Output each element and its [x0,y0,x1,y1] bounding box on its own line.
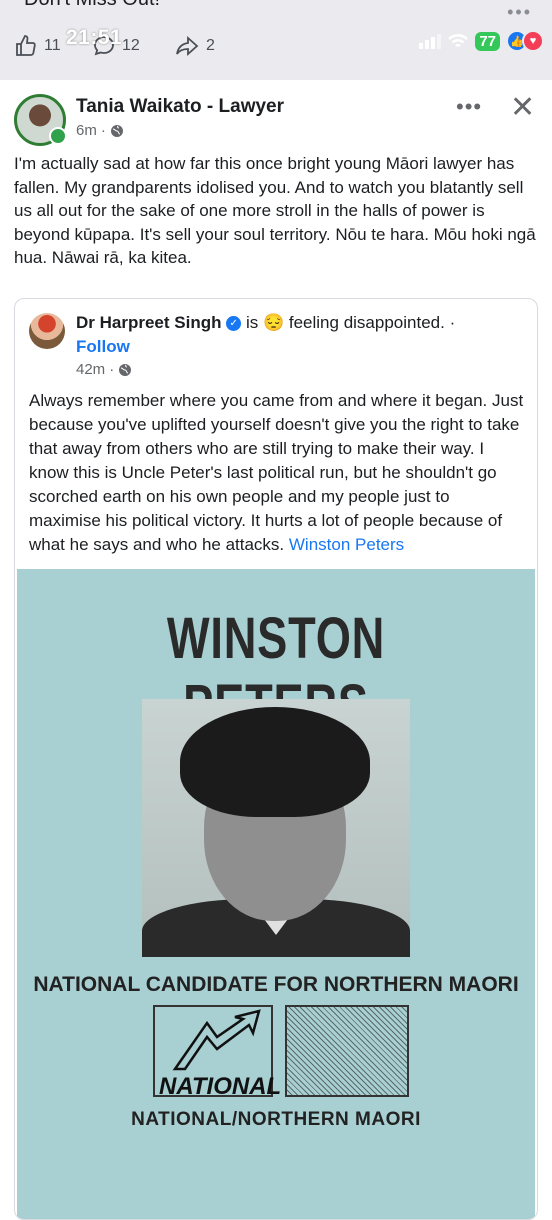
shared-post[interactable]: Dr Harpreet Singh ✓ is 😔 feeling disappo… [14,298,538,1220]
mention-link[interactable]: Winston Peters [289,535,404,554]
poster-image[interactable]: WINSTON PETERS NATIONAL CANDIDATE FOR NO… [17,569,535,1219]
more-options-icon[interactable]: ••• [456,94,482,120]
top-bar: Don't Miss Out! ••• 11 12 2 21:51 77 👍 ♥ [0,0,552,80]
arrow-logo-icon [172,1009,261,1071]
verified-badge-icon: ✓ [226,316,242,332]
candidate-photo [142,699,410,957]
post-time[interactable]: 6m [76,122,97,139]
previous-post-more-icon[interactable]: ••• [507,2,532,23]
post: Tania Waikato - Lawyer 6m · ••• ✕ I'm ac… [0,80,552,1220]
feeling-verb: is [245,313,259,332]
wifi-icon [448,34,469,48]
sketch-image [285,1005,409,1097]
hair-shape [180,707,370,817]
reaction-summary[interactable]: 👍 ♥ [506,30,544,52]
shared-meta-separator: · [109,361,115,378]
close-icon[interactable]: ✕ [510,90,535,125]
header-separator: · [449,313,456,332]
national-logo-text: NATIONAL [159,1073,282,1100]
share-icon [176,35,199,57]
poster-footer: NATIONAL/NORTHERN MAORI [131,1109,421,1130]
status-time: 21:51 [66,26,123,49]
signal-icon [419,34,442,49]
feeling-text: feeling disappointed. [288,313,445,332]
share-action[interactable]: 2 [174,34,215,58]
shared-author-name[interactable]: Dr Harpreet Singh [76,313,221,332]
post-body: I'm actually sad at how far this once br… [14,154,536,267]
thumbs-up-icon [16,35,36,56]
shared-post-body: Always remember where you came from and … [29,389,525,557]
share-count: 2 [206,37,215,54]
globe-icon [119,363,132,376]
poster-subtitle: NATIONAL CANDIDATE FOR NORTHERN MAORI [33,973,519,996]
post-meta: 6m · [76,122,124,139]
author-avatar[interactable] [14,94,67,146]
status-indicators: 77 👍 ♥ [419,30,544,52]
shared-author-avatar[interactable] [29,313,65,349]
author-name[interactable]: Tania Waikato - Lawyer [76,96,284,118]
sad-emoji-icon: 😔 [262,313,285,332]
like-count: 11 [44,37,61,54]
comment-count: 12 [122,37,140,54]
shared-post-time[interactable]: 42m [76,361,105,378]
battery-indicator: 77 [475,31,500,51]
meta-separator: · [100,122,106,139]
love-reaction-icon: ♥ [522,30,544,52]
like-action[interactable]: 11 [14,34,61,58]
shared-post-header: Dr Harpreet Singh ✓ is 😔 feeling disappo… [76,311,526,359]
follow-button[interactable]: Follow [76,337,130,356]
shared-post-body-text: Always remember where you came from and … [29,391,524,554]
shared-post-meta: 42m · [76,361,132,378]
previous-post-text: Don't Miss Out! [24,0,160,11]
globe-icon [110,124,123,137]
